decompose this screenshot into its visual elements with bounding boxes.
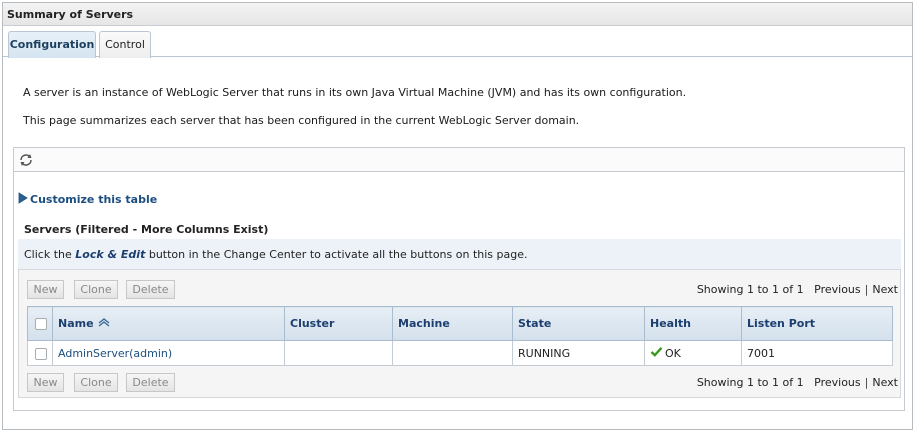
clone-button-bottom[interactable]: Clone xyxy=(74,373,118,392)
pager-bottom: Showing 1 to 1 of 1 Previous | Next xyxy=(697,376,898,389)
description-line-1: A server is an instance of WebLogic Serv… xyxy=(23,86,687,99)
row-checkbox[interactable] xyxy=(35,347,47,360)
pager-top: Showing 1 to 1 of 1 Previous | Next xyxy=(697,283,898,296)
cell-machine xyxy=(392,340,513,366)
title-bar: Summary of Servers xyxy=(3,3,912,26)
page-title: Summary of Servers xyxy=(7,8,134,21)
pager-showing: Showing 1 to 1 of 1 xyxy=(696,283,804,296)
cell-cluster xyxy=(284,340,393,366)
row-select-cell xyxy=(27,340,53,366)
servers-panel: Customize this table Servers (Filtered -… xyxy=(13,147,905,411)
tab-strip: Configuration Control xyxy=(3,26,912,58)
table-header-row: Name Cluster Machine State Health Listen… xyxy=(27,306,893,341)
health-status-text: OK xyxy=(665,346,681,360)
customize-table-label: Customize this table xyxy=(30,193,158,206)
new-button-bottom[interactable]: New xyxy=(27,373,64,392)
pager-separator: | xyxy=(864,376,869,389)
tab-configuration[interactable]: Configuration xyxy=(8,31,96,58)
info-message-bar: Click the Lock & Edit button in the Chan… xyxy=(18,239,901,269)
pager-next[interactable]: Next xyxy=(872,283,898,296)
delete-button-top[interactable]: Delete xyxy=(126,280,175,299)
select-all-checkbox[interactable] xyxy=(35,318,47,330)
clone-button-top[interactable]: Clone xyxy=(74,280,118,299)
server-name-link[interactable]: AdminServer(admin) xyxy=(58,347,172,360)
column-header-name-label: Name xyxy=(58,316,94,330)
table-heading: Servers (Filtered - More Columns Exist) xyxy=(24,223,269,236)
info-message: Click the Lock & Edit button in the Chan… xyxy=(24,248,528,261)
pager-showing: Showing 1 to 1 of 1 xyxy=(696,376,804,389)
info-emphasis: Lock & Edit xyxy=(75,248,146,261)
column-header-cluster[interactable]: Cluster xyxy=(284,306,393,341)
table-area: New Clone Delete Showing 1 to 1 of 1 Pre… xyxy=(18,269,901,398)
delete-button-bottom[interactable]: Delete xyxy=(126,373,175,392)
select-all-header xyxy=(27,306,53,341)
checkmark-icon xyxy=(650,346,663,360)
cell-health: OK xyxy=(644,340,742,366)
cell-listen-port: 7001 xyxy=(741,340,893,366)
tab-control[interactable]: Control xyxy=(99,31,151,58)
column-header-machine[interactable]: Machine xyxy=(392,306,513,341)
new-button-top[interactable]: New xyxy=(27,280,64,299)
column-header-listen-port[interactable]: Listen Port xyxy=(741,306,893,341)
servers-table: Name Cluster Machine State Health Listen… xyxy=(27,306,893,366)
column-header-name[interactable]: Name xyxy=(52,306,285,341)
refresh-icon[interactable] xyxy=(18,152,34,168)
customize-table-link[interactable]: Customize this table xyxy=(18,192,157,207)
servers-summary-window: Summary of Servers Configuration Control… xyxy=(2,2,913,430)
cell-name: AdminServer(admin) xyxy=(52,340,285,366)
info-suffix: button in the Change Center to activate … xyxy=(145,248,528,261)
cell-state: RUNNING xyxy=(512,340,645,366)
column-header-state[interactable]: State xyxy=(512,306,645,341)
table-row: AdminServer(admin) RUNNING OK 7001 xyxy=(27,340,893,366)
pager-separator: | xyxy=(864,283,869,296)
sort-ascending-icon xyxy=(97,317,111,330)
panel-toolbar xyxy=(14,148,904,172)
column-header-health[interactable]: Health xyxy=(644,306,742,341)
description-line-2: This page summarizes each server that ha… xyxy=(23,114,580,127)
info-prefix: Click the xyxy=(24,248,76,261)
pager-previous[interactable]: Previous xyxy=(814,283,861,296)
triangle-right-icon xyxy=(18,192,30,207)
pager-next[interactable]: Next xyxy=(872,376,898,389)
pager-previous[interactable]: Previous xyxy=(814,376,861,389)
